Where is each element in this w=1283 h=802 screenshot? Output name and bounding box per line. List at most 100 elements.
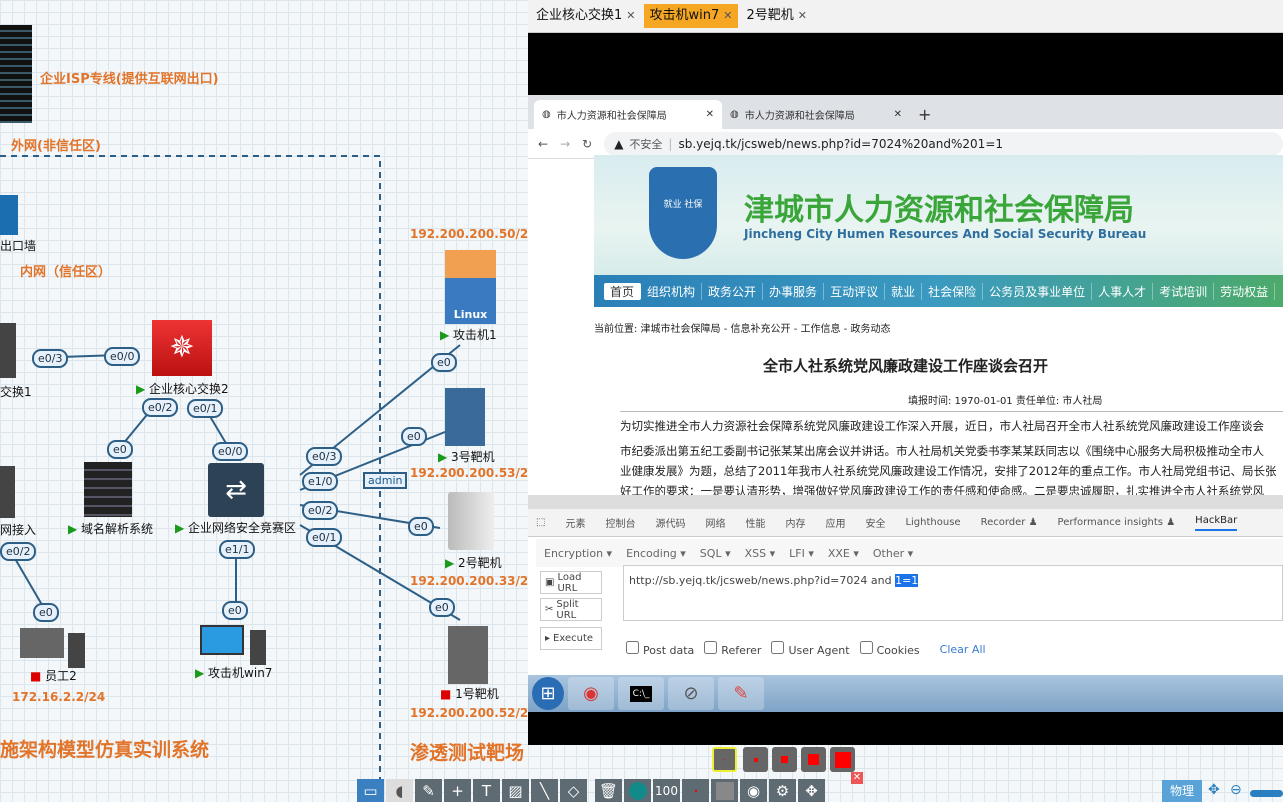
horizontal-scrollbar[interactable] [528,495,1283,509]
crosshair-icon[interactable]: + [444,779,471,802]
referer-checkbox[interactable]: Referer [704,641,761,657]
dns-server-icon[interactable] [84,462,132,517]
nav-item[interactable]: 考试培训 [1153,282,1215,300]
opacity-value[interactable]: 100 [653,779,680,802]
nav-item[interactable]: 互动评议 [824,282,886,300]
line-icon[interactable]: ╲ [531,779,558,802]
core-switch2-icon[interactable]: ✵ [152,320,212,376]
devtools-tab[interactable]: 元素 [565,515,585,530]
access-switch-icon[interactable] [0,466,15,518]
browser-tab[interactable]: ◍ 市人力资源和社会保障局 ✕ [722,100,910,129]
execute-button[interactable]: ▸ Execute [540,627,602,650]
hackbar-menu-item[interactable]: Other ▾ [873,547,913,560]
devtools-tab[interactable]: 性能 [745,515,765,530]
devtools-tab[interactable]: 控制台 [605,515,635,530]
address-bar[interactable]: ▲ 不安全 | sb.yejq.tk/jcsweb/news.php?id=7024%… [604,131,1283,156]
nav-item[interactable]: 组织机构 [641,282,703,300]
zoom-out-icon[interactable]: ⊖ [1230,782,1242,798]
switch1-icon[interactable] [0,323,16,378]
hackbar-menu-item[interactable]: Encoding ▾ [626,547,686,560]
image-icon[interactable]: ▨ [502,779,529,802]
hackbar-url-input[interactable]: http://sb.yejq.tk/jcsweb/news.php?id=702… [623,565,1283,621]
target1-server-icon[interactable] [448,626,488,684]
nav-item[interactable]: 就业 [885,282,923,300]
browser-tab[interactable]: ◍ 市人力资源和社会保障局 ✕ [534,100,722,129]
nav-item[interactable]: 人事人才 [1092,282,1154,300]
devtools-tab[interactable]: Recorder ♟ [981,517,1038,528]
hackbar-menu-item[interactable]: XXE ▾ [828,547,859,560]
devtools-tab[interactable]: 安全 [865,515,885,530]
gear-icon[interactable]: ⚙ [769,779,796,802]
monitor-icon[interactable]: ▭ [357,779,384,802]
close-icon[interactable]: ✕ [626,9,635,22]
app-icon[interactable]: ✎ [718,677,764,710]
move-icon[interactable]: ✥ [798,779,825,802]
target2-server-icon[interactable] [448,492,494,550]
employee2-pc-icon[interactable] [20,628,85,668]
new-tab-button[interactable]: + [910,100,940,129]
console-tab[interactable]: 企业核心交换1 ✕ [530,4,642,28]
devtools-tab[interactable]: 应用 [825,515,845,530]
hackbar-menu-item[interactable]: SQL ▾ [700,547,731,560]
pen-size-3[interactable] [772,747,797,772]
physics-mode-button[interactable]: 物理 [1162,780,1202,802]
start-button[interactable]: ⊞ [532,677,564,710]
fill-button[interactable] [711,779,738,802]
console-tab-active[interactable]: 攻击机win7 ✕ [643,4,739,28]
inspect-icon[interactable]: ⬚ [536,517,545,528]
tool-icon[interactable]: ⊘ [668,677,714,710]
target3-server-icon[interactable] [445,388,485,446]
back-icon[interactable]: ← [538,137,548,151]
user-agent-checkbox[interactable]: User Agent [771,641,850,657]
post-data-checkbox[interactable]: Post data [626,641,694,657]
devtools-tab-hackbar[interactable]: HackBar [1195,515,1238,531]
isp-server-icon[interactable] [0,25,32,123]
close-icon[interactable]: ✕ [723,9,732,22]
pencil-icon[interactable]: ✎ [415,779,442,802]
nav-item[interactable]: 办事服务 [763,282,825,300]
devtools-tab[interactable]: Lighthouse [905,517,960,528]
chrome-icon[interactable]: ◉ [568,677,614,710]
attacker-win7-pc-icon[interactable] [200,625,266,665]
firewall-icon[interactable] [0,195,18,235]
pen-size-4[interactable] [801,747,826,772]
remote-console-window[interactable]: 企业核心交换1 ✕ 攻击机win7 ✕ 2号靶机 ✕ ◍ 市人力资源和社会保障局 ✕ ◍ 市… [528,0,1283,745]
reload-icon[interactable]: ↻ [582,137,592,151]
devtools-tab[interactable]: 内存 [785,515,805,530]
devtools-tab[interactable]: Performance insights ♟ [1058,517,1176,528]
security-switch-icon[interactable]: ⇄ [208,463,264,517]
close-icon[interactable]: ✕ [851,772,863,784]
linux-attacker-icon[interactable]: Linux [445,250,496,324]
hackbar-menu-item[interactable]: LFI ▾ [789,547,814,560]
zoom-slider[interactable] [1250,790,1283,797]
clear-all-link[interactable]: Clear All [940,643,986,656]
trash-icon[interactable]: 🗑 [595,779,622,802]
close-icon[interactable]: ✕ [894,109,902,120]
devtools-tab[interactable]: 网络 [705,515,725,530]
pen-size-2[interactable] [743,747,768,772]
split-url-button[interactable]: ✂ Split URL [540,598,602,621]
pen-size-button[interactable] [682,779,709,802]
forward-icon[interactable]: → [560,137,570,151]
nav-item[interactable]: 社会保险 [922,282,984,300]
nav-item[interactable]: 劳动权益 [1214,282,1276,300]
eye-icon[interactable]: ◉ [740,779,767,802]
pen-size-5[interactable] [830,747,855,772]
close-icon[interactable]: ✕ [798,9,807,22]
nav-item[interactable]: 公务员及事业单位 [983,282,1093,300]
pen-size-1[interactable] [712,747,737,772]
devtools-tab[interactable]: 源代码 [655,515,685,530]
nav-item[interactable]: 首页 [604,282,642,300]
fit-icon[interactable]: ✥ [1208,782,1220,798]
console-tab[interactable]: 2号靶机 ✕ [740,4,813,28]
close-icon[interactable]: ✕ [706,109,714,120]
hackbar-menu-item[interactable]: Encryption ▾ [544,547,612,560]
text-icon[interactable]: T [473,779,500,802]
eraser-icon[interactable]: ◇ [560,779,587,802]
cmd-icon[interactable]: C:\_ [618,677,664,710]
color-picker[interactable] [624,779,651,802]
hackbar-menu-item[interactable]: XSS ▾ [745,547,776,560]
mouse-icon[interactable]: ◖ [386,779,413,802]
cookies-checkbox[interactable]: Cookies [859,641,920,657]
nav-item[interactable]: 政务公开 [702,282,764,300]
